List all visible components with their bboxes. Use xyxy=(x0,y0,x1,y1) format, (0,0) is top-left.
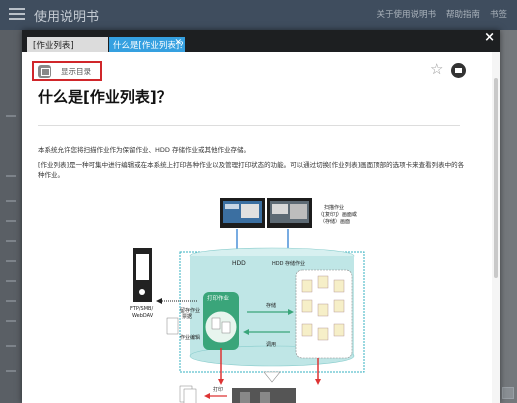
modal-tab-bar: [作业列表] 什么是[作业列表]？ ✕ × xyxy=(22,30,500,52)
hdd-label: HDD xyxy=(232,260,246,267)
scan-label-line3: （存储）画面 xyxy=(320,218,350,225)
background-app-title: 使用说明书 xyxy=(34,10,100,25)
modal-close-icon[interactable]: × xyxy=(484,30,495,45)
header-link-about[interactable]: 关于使用说明书 xyxy=(376,8,436,20)
hdd-documents xyxy=(301,275,345,341)
hamburger-menu-icon[interactable] xyxy=(9,8,25,20)
header-link-help[interactable]: 帮助指南 xyxy=(446,8,480,20)
scan-label-line2: （[复印]）画面或 xyxy=(318,211,357,218)
scan-label-line1: 扫描作业 xyxy=(324,204,344,211)
help-modal: [作业列表] 什么是[作业列表]？ ✕ × 显示目录 ☆ 什么是[作业列表]？ … xyxy=(22,30,500,403)
tab-what-is-job-list[interactable]: 什么是[作业列表]？ ✕ xyxy=(109,37,188,52)
server-label: FTP/SMB/ WebDAV xyxy=(130,306,155,319)
scan-screens xyxy=(220,198,312,228)
print-job-label: 打印作业 xyxy=(207,294,230,302)
job-ticket-line2: 票据 xyxy=(182,313,192,320)
job-list-diagram: 扫描作业 （[复印]）画面或 （存储）画面 HDD HDD 存储作业 打印作业 xyxy=(130,198,365,403)
recall-label: 调用 xyxy=(266,341,276,348)
job-edit-label: 作业编辑 xyxy=(180,334,200,341)
background-right-panel xyxy=(499,30,517,403)
hdd-store-job-label: HDD 存储作业 xyxy=(272,260,305,267)
modal-scrollbar-track[interactable] xyxy=(492,52,500,403)
save-label: 存储 xyxy=(266,302,276,309)
tab-job-list[interactable]: [作业列表] xyxy=(27,37,108,52)
background-header-links: 关于使用说明书 帮助指南 书签 xyxy=(376,8,507,20)
background-sidebar xyxy=(0,30,22,403)
server-label-line1: FTP/SMB/ xyxy=(130,306,153,312)
modal-content: 显示目录 ☆ 什么是[作业列表]？ 本系统允许您将扫描作业作为保留作业、HDD … xyxy=(22,52,500,403)
scan-job-label: 扫描作业 （[复印]）画面或 （存储）画面 xyxy=(318,204,359,225)
server-label-line2: WebDAV xyxy=(132,313,154,319)
print-label: 打印 xyxy=(213,386,223,393)
scroll-to-top-icon[interactable] xyxy=(502,387,514,399)
modal-scrollbar-thumb[interactable] xyxy=(494,78,498,278)
job-ticket-line1: 留存作业 xyxy=(180,307,200,314)
tab-close-icon[interactable]: ✕ xyxy=(174,38,182,48)
server-icon xyxy=(133,248,152,302)
header-link-bookmark[interactable]: 书签 xyxy=(490,8,507,20)
background-app-header: 使用说明书 关于使用说明书 帮助指南 书签 xyxy=(0,0,517,30)
